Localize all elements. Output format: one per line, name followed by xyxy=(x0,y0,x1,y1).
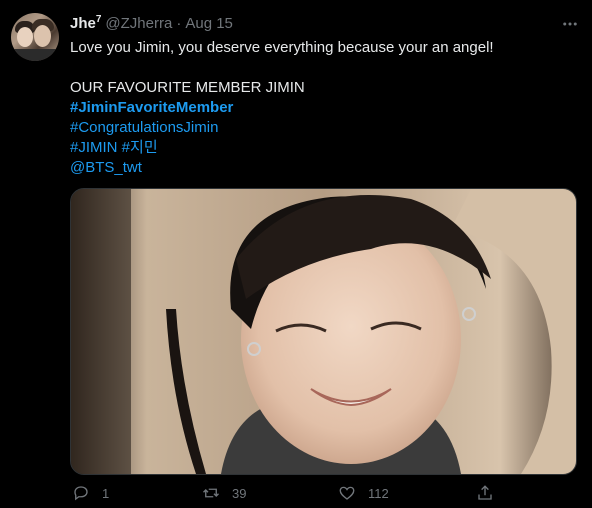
mention-bts-twt[interactable]: @BTS_twt xyxy=(70,158,580,178)
reply-button[interactable]: 1 xyxy=(72,484,109,502)
author-name[interactable]: Jhe7 xyxy=(70,14,101,32)
tweet-date[interactable]: Aug 15 xyxy=(185,15,233,32)
tweet-line-2: OUR FAVOURITE MEMBER JIMIN xyxy=(70,79,305,96)
tweet-photo[interactable] xyxy=(70,188,577,475)
like-button[interactable]: 112 xyxy=(338,484,389,502)
reply-icon xyxy=(74,486,88,501)
reply-count: 1 xyxy=(102,485,110,501)
tweet-actions: 1 39 112 xyxy=(70,484,580,506)
photo-image xyxy=(71,189,576,474)
avatar-face-left xyxy=(17,27,33,47)
avatar-shirt xyxy=(11,49,59,61)
share-button[interactable] xyxy=(476,484,494,502)
retweet-count: 39 xyxy=(232,485,247,501)
tweet[interactable]: Jhe7 @ZJherra · Aug 15 Love you Jimin, y… xyxy=(0,0,592,508)
header-separator: · xyxy=(176,15,182,32)
like-count: 112 xyxy=(368,485,389,501)
heart-icon xyxy=(339,486,355,500)
tweet-text: Love you Jimin, you deserve everything b… xyxy=(70,38,580,178)
author-handle[interactable]: @ZJherra xyxy=(105,15,172,32)
hashtag-congratulationsjimin[interactable]: #CongratulationsJimin xyxy=(70,118,580,138)
more-options-button[interactable] xyxy=(560,14,580,34)
retweet-icon xyxy=(203,488,219,498)
avatar[interactable] xyxy=(11,13,59,61)
more-horizontal-icon xyxy=(563,22,577,26)
retweet-button[interactable]: 39 xyxy=(202,484,246,502)
tweet-line-1: Love you Jimin, you deserve everything b… xyxy=(70,39,494,56)
tweet-header: Jhe7 @ZJherra · Aug 15 xyxy=(70,14,233,34)
hashtag-jiminfavoritemember[interactable]: #JiminFavoriteMember xyxy=(70,98,580,118)
hashtag-jimin[interactable]: #JIMIN #지민 xyxy=(70,138,580,158)
share-icon xyxy=(478,485,492,500)
author-name-superscript: 7 xyxy=(95,14,102,25)
avatar-face-right xyxy=(34,25,51,47)
